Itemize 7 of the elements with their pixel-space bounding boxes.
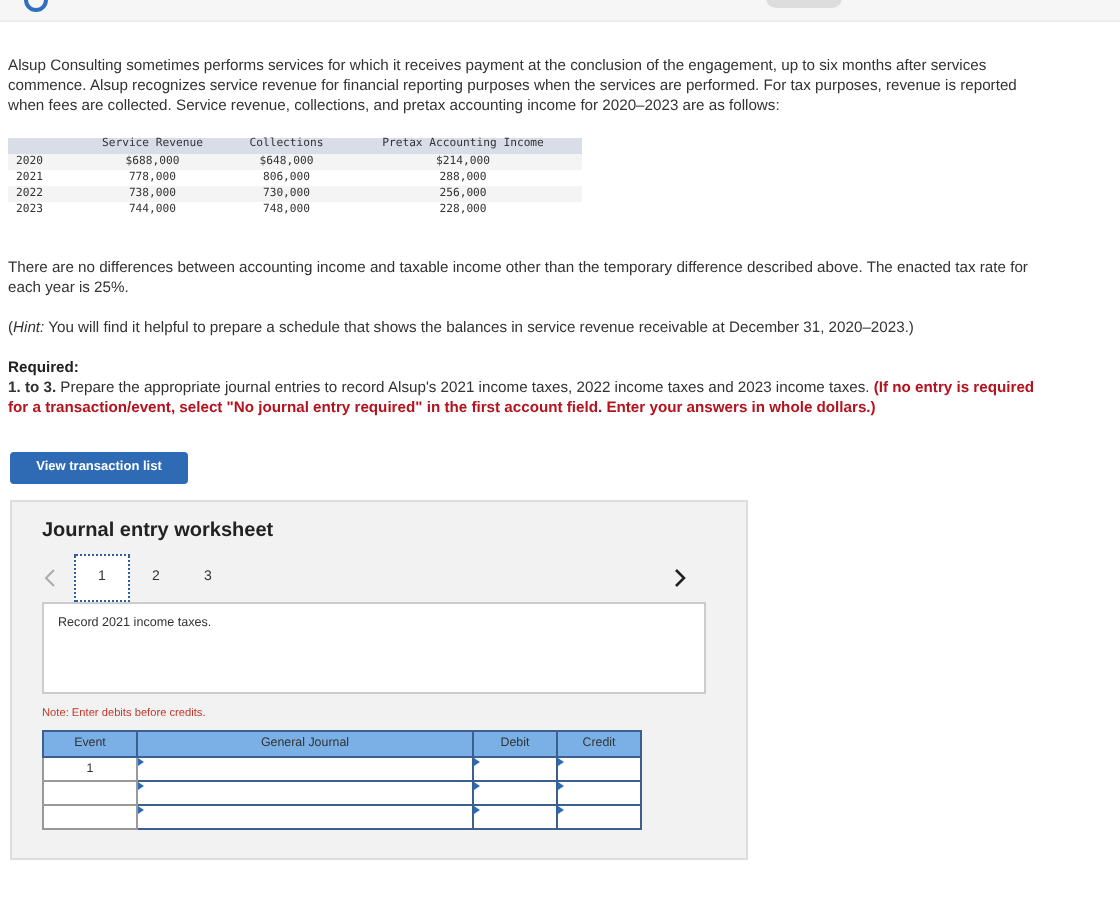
event-cell [43,804,137,828]
worksheet-title: Journal entry worksheet [42,517,276,545]
event-cell [43,780,137,804]
account-field[interactable] [137,756,473,780]
chevron-right-icon[interactable] [672,567,688,587]
account-field[interactable] [137,804,473,828]
account-field[interactable] [137,780,473,804]
